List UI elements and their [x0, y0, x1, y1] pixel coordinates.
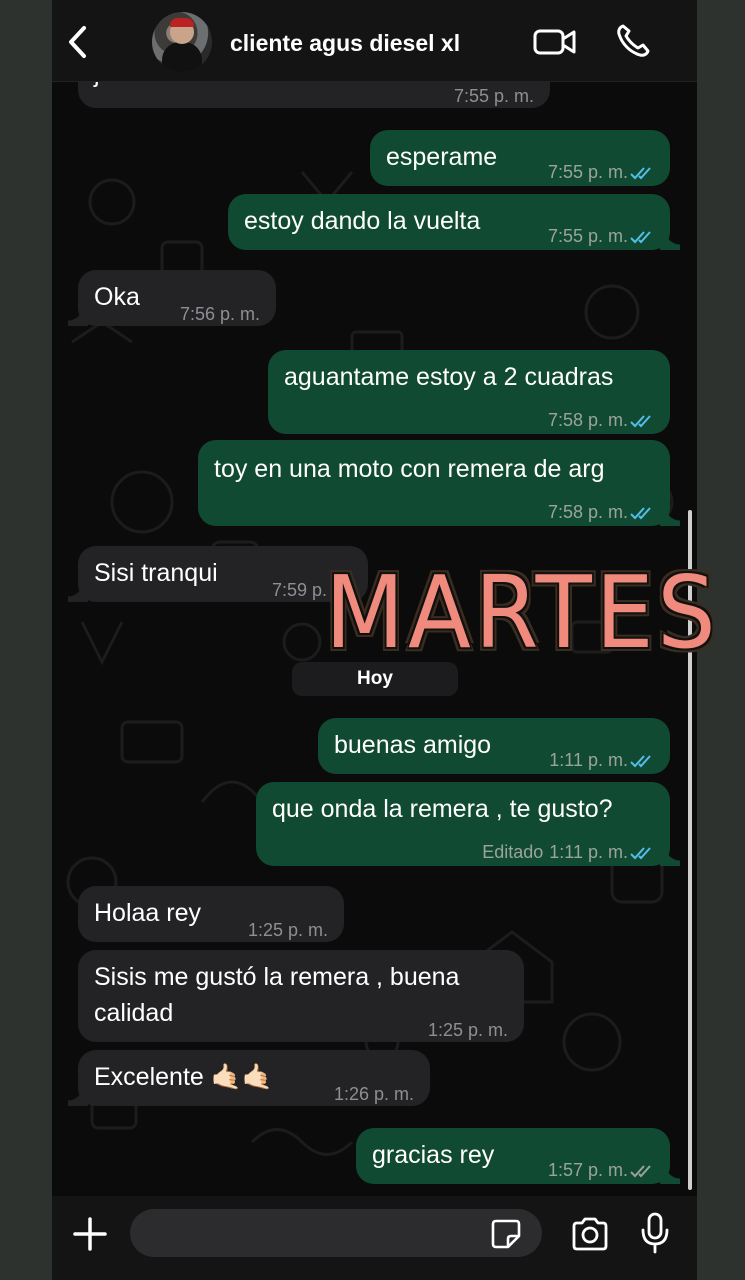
contact-avatar[interactable]: [152, 12, 212, 72]
message-time: 1:25 p. m.: [247, 920, 328, 940]
left-frame: [0, 0, 52, 1280]
message-outgoing[interactable]: estoy dando la vuelta 7:55 p. m.: [228, 194, 680, 250]
message-text: Sisi tranqui: [94, 559, 218, 587]
read-ticks-icon: [630, 231, 651, 244]
read-ticks-icon: [630, 847, 651, 860]
message-text: Oka: [94, 283, 140, 311]
message-time: 7:56 p. m.: [179, 304, 260, 324]
sticker-icon[interactable]: [490, 1218, 522, 1250]
read-ticks-icon: [630, 755, 651, 768]
message-text: Excelente 🤙🏻🤙🏻: [94, 1063, 273, 1091]
message-time: 1:11 p. m.: [549, 742, 656, 778]
plus-icon[interactable]: [72, 1216, 108, 1252]
message-text: gracias rey: [372, 1141, 495, 1169]
video-call-icon[interactable]: [532, 26, 578, 58]
read-ticks-icon: [630, 507, 651, 520]
message-input[interactable]: [130, 1209, 542, 1257]
phone-call-icon[interactable]: [614, 22, 652, 60]
message-text: estoy dando la vuelta: [244, 207, 481, 235]
message-time: 7:58 p. m.: [548, 494, 656, 530]
message-time: 1:25 p. m.: [427, 1020, 508, 1040]
message-incoming[interactable]: Sisis me gustó la remera , buena calidad…: [78, 950, 524, 1042]
message-outgoing[interactable]: aguantame estoy a 2 cuadras 7:58 p. m.: [268, 350, 670, 434]
delivered-ticks-icon: [630, 1165, 651, 1178]
message-text: que onda la remera , te gusto?: [272, 795, 613, 823]
message-outgoing[interactable]: esperame 7:55 p. m.: [370, 130, 670, 186]
edited-label: Editado: [482, 842, 544, 862]
message-time: 7:55 p. m.: [453, 86, 534, 106]
message-time: 7:55 p. m.: [548, 154, 656, 190]
chat-header: cliente agus diesel xl: [52, 0, 697, 82]
message-text: Holaa rey: [94, 899, 201, 927]
message-time: 7:58 p. m.: [548, 402, 656, 438]
message-time: 1:26 p. m.: [333, 1084, 414, 1104]
message-outgoing[interactable]: que onda la remera , te gusto? Editado 1:…: [256, 782, 680, 866]
read-ticks-icon: [630, 167, 651, 180]
message-time: 7:55 p. m.: [548, 218, 656, 254]
message-text: jeans: [94, 82, 154, 92]
read-ticks-icon: [630, 415, 651, 428]
message-text: esperame: [386, 143, 498, 171]
camera-icon[interactable]: [570, 1216, 610, 1252]
message-time: Editado 1:11 p. m.: [482, 834, 656, 870]
message-text: aguantame estoy a 2 cuadras: [284, 363, 614, 391]
microphone-icon[interactable]: [640, 1212, 670, 1254]
message-text: buenas amigo: [334, 731, 492, 759]
message-incoming[interactable]: Excelente 🤙🏻🤙🏻 1:26 p. m.: [68, 1050, 430, 1106]
message-time: 1:57 p. m.: [548, 1152, 656, 1188]
message-incoming[interactable]: Oka 7:56 p. m.: [68, 270, 276, 326]
message-text: toy en una moto con remera de arg: [214, 455, 605, 483]
message-outgoing[interactable]: buenas amigo 1:11 p. m.: [318, 718, 670, 774]
contact-name[interactable]: cliente agus diesel xl: [230, 30, 460, 57]
message-incoming[interactable]: Holaa rey 1:25 p. m.: [78, 886, 344, 942]
message-incoming[interactable]: jeans 7:55 p. m.: [78, 82, 550, 108]
message-outgoing[interactable]: toy en una moto con remera de arg 7:58 p…: [198, 440, 680, 526]
martes-text-sticker: MARTES: [325, 554, 720, 671]
message-outgoing[interactable]: gracias rey 1:57 p. m.: [356, 1128, 680, 1184]
back-chevron-icon[interactable]: [66, 24, 90, 60]
composer-bar: [52, 1196, 697, 1280]
